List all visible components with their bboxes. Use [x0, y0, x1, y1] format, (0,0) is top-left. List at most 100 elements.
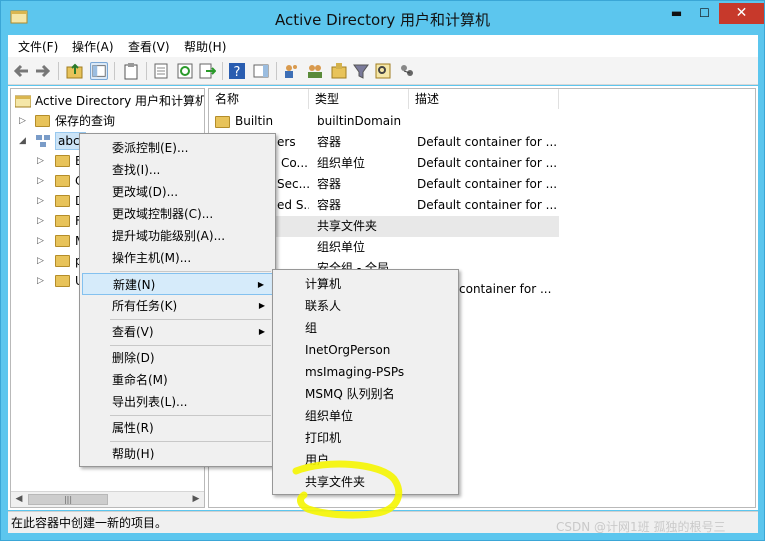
list-row-name[interactable]: ers — [277, 132, 309, 153]
list-row-name[interactable]: ed S... — [277, 195, 309, 216]
submenu-item-group[interactable]: 组 — [275, 317, 456, 339]
menu-help[interactable]: 帮助(H) — [184, 38, 226, 55]
list-row-name[interactable]: Builtin — [215, 111, 310, 132]
help-icon[interactable]: ? — [228, 62, 246, 80]
expand-arrow-icon[interactable]: ▷ — [19, 111, 26, 131]
folder-icon — [55, 215, 70, 227]
expand-arrow-icon[interactable]: ▷ — [37, 251, 44, 271]
expand-arrow-icon[interactable]: ▷ — [37, 231, 44, 251]
folder-icon — [55, 175, 70, 187]
menu-item-all-tasks[interactable]: 所有任务(K) ▶ — [82, 295, 273, 317]
up-folder-icon[interactable] — [66, 62, 84, 80]
toolbar-separator — [222, 62, 223, 80]
action-pane-icon[interactable] — [252, 62, 270, 80]
menu-item-operations-masters[interactable]: 操作主机(M)... — [82, 247, 273, 269]
svg-text:?: ? — [234, 65, 241, 80]
domain-icon — [36, 135, 50, 147]
filter-icon[interactable] — [352, 62, 370, 80]
menu-view[interactable]: 查看(V) — [128, 38, 170, 55]
list-row-description: container for ... — [459, 282, 552, 296]
submenu-item-inetorgperson[interactable]: InetOrgPerson — [275, 339, 456, 361]
menu-item-properties[interactable]: 属性(R) — [82, 417, 273, 439]
ou-icon[interactable] — [330, 62, 348, 80]
expand-arrow-icon[interactable]: ▷ — [37, 151, 44, 171]
expand-arrow-icon[interactable]: ▷ — [37, 171, 44, 191]
menu-item-view[interactable]: 查看(V) ▶ — [82, 321, 273, 343]
minimize-button[interactable]: ▬ — [663, 3, 690, 24]
list-row-name[interactable]: Sec... — [277, 174, 309, 195]
list-row-description: Default container for ... — [417, 198, 557, 212]
list-row-name[interactable]: Co... — [281, 153, 309, 174]
menu-item-rename[interactable]: 重命名(M) — [82, 369, 273, 391]
find-icon[interactable] — [374, 62, 392, 80]
console-tree-icon[interactable] — [90, 62, 108, 80]
list-row-type: 容器 — [317, 198, 342, 212]
scroll-left-icon[interactable]: ◀ — [11, 492, 27, 507]
properties-icon[interactable] — [152, 62, 170, 80]
collapse-arrow-icon[interactable]: ◢ — [19, 131, 26, 151]
submenu-item-computer[interactable]: 计算机 — [275, 273, 456, 295]
menu-action[interactable]: 操作(A) — [72, 38, 114, 55]
scroll-right-icon[interactable]: ▶ — [188, 492, 204, 507]
toolbar-separator — [114, 62, 115, 80]
menu-item-view-label: 查看(V) — [112, 325, 154, 339]
folder-icon — [55, 235, 70, 247]
expand-arrow-icon[interactable]: ▷ — [37, 191, 44, 211]
submenu-item-contact[interactable]: 联系人 — [275, 295, 456, 317]
toolbar-separator — [276, 62, 277, 80]
highlight-marker — [292, 460, 403, 519]
column-header-description[interactable]: 描述 — [409, 89, 559, 109]
list-row-description: Default container for ... — [417, 177, 557, 191]
title-bar[interactable]: Active Directory 用户和计算机 ▬ ☐ ✕ — [1, 1, 764, 35]
menu-item-find[interactable]: 查找(I)... — [82, 159, 273, 181]
expand-arrow-icon[interactable]: ▷ — [37, 211, 44, 231]
submenu-item-ou[interactable]: 组织单位 — [275, 405, 456, 427]
toolbar-separator — [58, 62, 59, 80]
menu-item-change-dc[interactable]: 更改域控制器(C)... — [82, 203, 273, 225]
menu-item-change-domain[interactable]: 更改域(D)... — [82, 181, 273, 203]
submenu-item-msmq-alias[interactable]: MSMQ 队列别名 — [275, 383, 456, 405]
menu-file[interactable]: 文件(F) — [18, 38, 58, 55]
app-window: Active Directory 用户和计算机 ▬ ☐ ✕ 文件(F) 操作(A… — [0, 0, 765, 541]
submenu-arrow-icon: ▶ — [258, 301, 265, 310]
column-header-type[interactable]: 类型 — [309, 89, 409, 109]
forward-arrow-icon[interactable] — [34, 62, 52, 80]
submenu-item-printer[interactable]: 打印机 — [275, 427, 456, 449]
folder-icon — [55, 275, 70, 287]
menu-separator — [110, 415, 271, 416]
submenu-item-msimaging-psps[interactable]: msImaging-PSPs — [275, 361, 456, 383]
delegate-icon[interactable] — [398, 62, 416, 80]
column-header-name[interactable]: 名称 — [209, 89, 309, 109]
tree-item-saved-queries[interactable]: ▷ 保存的查询 — [15, 111, 204, 131]
scroll-thumb[interactable]: ||| — [28, 494, 108, 505]
tree-saved-queries-label: 保存的查询 — [55, 114, 116, 128]
list-row-type: 组织单位 — [317, 156, 366, 170]
refresh-icon[interactable] — [176, 62, 194, 80]
menu-item-all-tasks-label: 所有任务(K) — [112, 299, 178, 313]
menu-bar: 文件(F) 操作(A) 查看(V) 帮助(H) — [8, 35, 758, 57]
menu-item-delegate-control[interactable]: 委派控制(E)... — [82, 137, 273, 159]
users-icon[interactable] — [282, 62, 300, 80]
menu-item-delete[interactable]: 删除(D) — [82, 347, 273, 369]
close-button[interactable]: ✕ — [719, 3, 764, 24]
export-icon[interactable] — [198, 62, 216, 80]
menu-item-help[interactable]: 帮助(H) — [82, 443, 273, 465]
list-row-type: 容器 — [317, 135, 342, 149]
expand-arrow-icon[interactable]: ▷ — [37, 271, 44, 291]
folder-icon — [55, 155, 70, 167]
folder-icon — [35, 115, 50, 127]
list-row-name-text: Builtin — [235, 114, 274, 128]
maximize-button[interactable]: ☐ — [691, 3, 718, 24]
menu-separator — [110, 441, 271, 442]
group-icon[interactable] — [306, 62, 324, 80]
menu-item-raise-level[interactable]: 提升域功能级别(A)... — [82, 225, 273, 247]
list-row-type: builtinDomain — [317, 114, 402, 128]
menu-item-export-list[interactable]: 导出列表(L)... — [82, 391, 273, 413]
list-row-type: 组织单位 — [317, 240, 366, 254]
back-arrow-icon[interactable] — [12, 62, 30, 80]
clipboard-icon[interactable] — [122, 62, 140, 80]
menu-item-new[interactable]: 新建(N) ▶ — [82, 273, 273, 295]
toolbar: ? — [8, 57, 758, 85]
tree-horizontal-scrollbar[interactable]: ◀ ||| ▶ — [11, 491, 204, 507]
tree-item-root[interactable]: Active Directory 用户和计算机 — [15, 91, 204, 111]
